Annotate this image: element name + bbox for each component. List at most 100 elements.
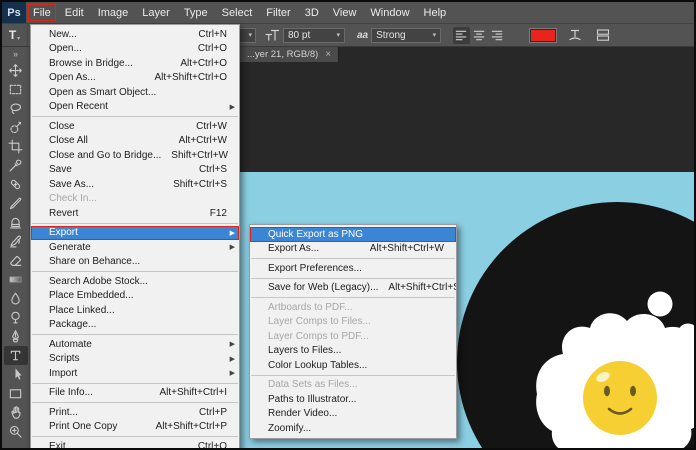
blur-tool[interactable] bbox=[4, 289, 28, 308]
menu-item-place-linked[interactable]: Place Linked... bbox=[31, 303, 239, 318]
close-icon[interactable]: × bbox=[325, 49, 331, 60]
menu-separator bbox=[32, 382, 238, 384]
menu-item-save-as[interactable]: Save As... Shift+Ctrl+S bbox=[31, 177, 239, 192]
align-center-button[interactable] bbox=[471, 27, 488, 44]
document-tab[interactable]: ...yer 21, RGB/8) × bbox=[240, 47, 340, 62]
menu-separator bbox=[251, 297, 455, 298]
menubar-item-type[interactable]: Type bbox=[177, 2, 215, 23]
menu-item-paths-to-illustrator[interactable]: Paths to Illustrator... bbox=[250, 392, 456, 407]
egg-yolk bbox=[583, 361, 657, 435]
menu-item-scripts[interactable]: Scripts ▶ bbox=[31, 352, 239, 367]
menu-separator bbox=[32, 222, 238, 224]
menu-item-close-all[interactable]: Close All Alt+Ctrl+W bbox=[31, 134, 239, 149]
font-style-select[interactable]: ▾ bbox=[238, 27, 256, 43]
horizontal-type-tool[interactable] bbox=[3, 346, 28, 365]
submenu-arrow-icon: ▶ bbox=[229, 370, 235, 378]
hand-tool[interactable] bbox=[4, 403, 28, 422]
menu-item-open-as[interactable]: Open As... Alt+Shift+Ctrl+O bbox=[31, 71, 239, 86]
warp-text-button[interactable] bbox=[566, 27, 584, 44]
menubar-item-view[interactable]: View bbox=[326, 2, 364, 23]
menu-item-import[interactable]: Import ▶ bbox=[31, 366, 239, 381]
font-size-select[interactable]: 80 pt ▾ bbox=[283, 27, 345, 43]
menu-item-save-for-web-legacy[interactable]: Save for Web (Legacy)... Alt+Shift+Ctrl+S bbox=[250, 281, 456, 296]
menu-item-label: Layer Comps to PDF... bbox=[268, 330, 369, 342]
menu-item-color-lookup-tables[interactable]: Color Lookup Tables... bbox=[250, 358, 456, 373]
eraser-tool[interactable] bbox=[4, 251, 28, 270]
clone-stamp-tool[interactable] bbox=[4, 213, 28, 232]
menubar-item-image[interactable]: Image bbox=[91, 2, 136, 23]
history-brush-tool[interactable] bbox=[4, 232, 28, 251]
zoom-tool[interactable] bbox=[4, 422, 28, 441]
toolbar-collapse-chevrons-icon[interactable]: » bbox=[13, 47, 18, 61]
menu-item-automate[interactable]: Automate ▶ bbox=[31, 337, 239, 352]
toolbar-tools bbox=[3, 61, 28, 441]
menubar-item-layer[interactable]: Layer bbox=[135, 2, 177, 23]
brush-tool[interactable] bbox=[4, 194, 28, 213]
quick-selection-tool[interactable] bbox=[4, 118, 28, 137]
menu-separator bbox=[32, 402, 238, 403]
menu-item-export-as[interactable]: Export As... Alt+Shift+Ctrl+W bbox=[250, 242, 456, 257]
menu-item-print[interactable]: Print... Ctrl+P bbox=[31, 405, 239, 420]
menu-item-label: Package... bbox=[49, 319, 97, 331]
toggle-panels-button[interactable] bbox=[594, 27, 612, 44]
menu-item-close-and-go-to-bridge[interactable]: Close and Go to Bridge... Shift+Ctrl+W bbox=[31, 148, 239, 163]
menubar-item-help[interactable]: Help bbox=[417, 2, 454, 23]
dodge-tool[interactable] bbox=[4, 308, 28, 327]
spot-healing-brush-tool[interactable] bbox=[4, 175, 28, 194]
menu-item-package[interactable]: Package... bbox=[31, 318, 239, 333]
menu-item-open-as-smart-object[interactable]: Open as Smart Object... bbox=[31, 85, 239, 100]
anti-alias-select[interactable]: Strong ▾ bbox=[371, 27, 442, 43]
rectangle-tool[interactable] bbox=[4, 384, 28, 403]
menu-item-export-preferences[interactable]: Export Preferences... bbox=[250, 261, 456, 276]
menu-item-label: Exit bbox=[49, 440, 66, 450]
align-left-button[interactable] bbox=[453, 26, 471, 44]
menu-item-new[interactable]: New... Ctrl+N bbox=[31, 27, 239, 42]
crop-tool[interactable] bbox=[4, 137, 28, 156]
menubar-item-3d[interactable]: 3D bbox=[298, 2, 326, 23]
menubar-item-file[interactable]: File bbox=[26, 2, 58, 23]
move-tool[interactable] bbox=[4, 61, 28, 80]
menu-item-label: Open... bbox=[49, 43, 82, 55]
menu-item-render-video[interactable]: Render Video... bbox=[250, 407, 456, 422]
eyedropper-tool[interactable] bbox=[4, 156, 28, 175]
menu-item-label: Open As... bbox=[49, 72, 96, 84]
menubar-item-select[interactable]: Select bbox=[215, 2, 260, 23]
menu-item-quick-export-as-png[interactable]: Quick Export as PNG bbox=[250, 227, 456, 242]
tool-preset-select[interactable]: T ▾ bbox=[2, 24, 28, 46]
path-selection-tool[interactable] bbox=[4, 365, 28, 384]
menubar-item-window[interactable]: Window bbox=[363, 2, 416, 23]
menubar-item-filter[interactable]: Filter bbox=[259, 2, 297, 23]
menu-item-revert[interactable]: Revert F12 bbox=[31, 206, 239, 221]
menu-separator bbox=[251, 277, 455, 279]
rectangular-marquee-tool[interactable] bbox=[4, 80, 28, 99]
menu-item-shortcut: Alt+Ctrl+W bbox=[178, 135, 227, 147]
menu-item-place-embedded[interactable]: Place Embedded... bbox=[31, 289, 239, 304]
menu-item-search-adobe-stock[interactable]: Search Adobe Stock... bbox=[31, 274, 239, 289]
text-color-swatch[interactable] bbox=[530, 28, 557, 42]
gradient-tool[interactable] bbox=[4, 270, 28, 289]
menu-item-open[interactable]: Open... Ctrl+O bbox=[31, 42, 239, 57]
menu-item-shortcut: Alt+Ctrl+O bbox=[180, 57, 227, 69]
menu-item-file-info[interactable]: File Info... Alt+Shift+Ctrl+I bbox=[31, 386, 239, 401]
lasso-tool[interactable] bbox=[4, 99, 28, 118]
egg-white-drop bbox=[647, 291, 673, 317]
menu-item-print-one-copy[interactable]: Print One Copy Alt+Shift+Ctrl+P bbox=[31, 420, 239, 435]
pen-tool[interactable] bbox=[4, 327, 28, 346]
menu-item-zoomify[interactable]: Zoomify... bbox=[250, 421, 456, 436]
menu-item-generate[interactable]: Generate ▶ bbox=[31, 240, 239, 255]
align-right-button[interactable] bbox=[489, 27, 506, 44]
menu-item-open-recent[interactable]: Open Recent ▶ bbox=[31, 100, 239, 115]
menu-item-browse-in-bridge[interactable]: Browse in Bridge... Alt+Ctrl+O bbox=[31, 56, 239, 71]
menu-separator bbox=[32, 116, 238, 117]
menu-item-close[interactable]: Close Ctrl+W bbox=[31, 119, 239, 134]
menu-item-exit[interactable]: Exit Ctrl+Q bbox=[31, 439, 239, 450]
menu-item-shortcut: Shift+Ctrl+S bbox=[173, 178, 227, 190]
menu-item-share-on-behance[interactable]: Share on Behance... bbox=[31, 255, 239, 270]
menu-item-shortcut: Alt+Shift+Ctrl+I bbox=[159, 387, 227, 399]
export-submenu: Quick Export as PNG Export As... Alt+Shift… bbox=[249, 224, 457, 439]
menu-item-layers-to-files[interactable]: Layers to Files... bbox=[250, 344, 456, 359]
menu-item-export[interactable]: Export ▶ bbox=[31, 225, 239, 240]
menu-item-save[interactable]: Save Ctrl+S bbox=[31, 163, 239, 178]
menubar-item-edit[interactable]: Edit bbox=[58, 2, 91, 23]
menu-item-shortcut: Alt+Shift+Ctrl+O bbox=[154, 72, 227, 84]
